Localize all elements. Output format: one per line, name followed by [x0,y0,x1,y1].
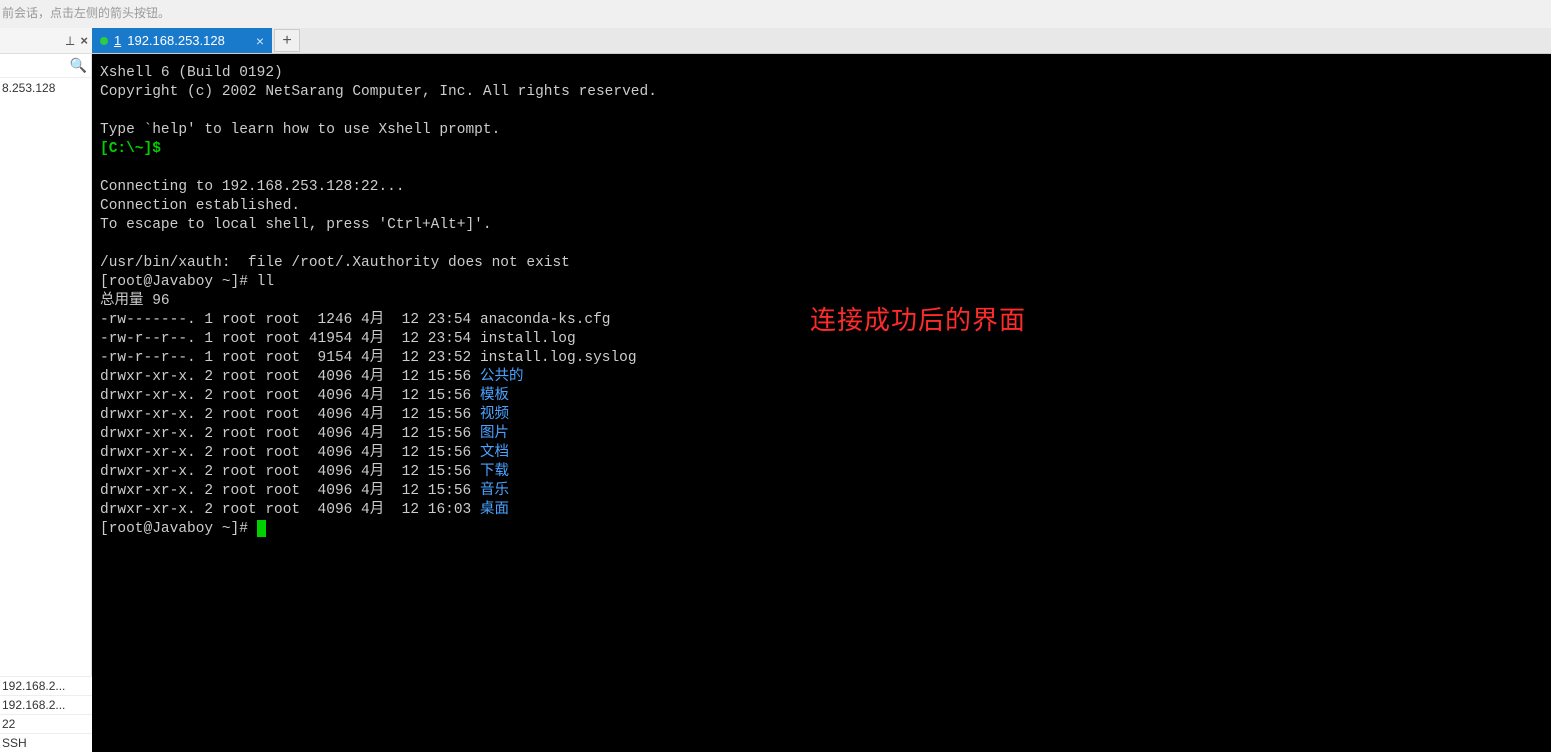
terminal-line: drwxr-xr-x. 2 root root 4096 4月 12 16:03… [100,501,1543,520]
terminal-line [100,102,1543,121]
tab-bar: 1 192.168.253.128 × + [92,28,1551,54]
terminal-line: -rw-r--r--. 1 root root 9154 4月 12 23:52… [100,349,1543,368]
connection-status-icon [100,37,108,45]
top-hint-text: 前会话，点击左侧的箭头按钮。 [0,4,170,21]
terminal-line: [C:\~]$ [100,140,1543,159]
terminal-line: drwxr-xr-x. 2 root root 4096 4月 12 15:56… [100,463,1543,482]
terminal-line: Connecting to 192.168.253.128:22... [100,178,1543,197]
terminal-cursor [257,520,266,537]
terminal-line: drwxr-xr-x. 2 root root 4096 4月 12 15:56… [100,425,1543,444]
terminal-line: Copyright (c) 2002 NetSarang Computer, I… [100,83,1543,102]
sidebar-info-row: 22 [0,714,92,733]
directory-name: 模板 [480,388,509,404]
search-icon[interactable]: 🔍 [70,57,87,74]
directory-name: 视频 [480,407,509,423]
directory-name: 音乐 [480,483,509,499]
terminal-line: Type `help' to learn how to use Xshell p… [100,121,1543,140]
sidebar-info-row: 192.168.2... [0,695,92,714]
prompt-local: [C:\~]$ [100,141,161,157]
terminal-line: Xshell 6 (Build 0192) [100,64,1543,83]
add-tab-button[interactable]: + [274,29,300,52]
tab-number: 1 [114,33,121,48]
terminal-line: To escape to local shell, press 'Ctrl+Al… [100,216,1543,235]
sidebar-bottom-info: 192.168.2... 192.168.2... 22 SSH [0,676,92,752]
annotation-overlay: 连接成功后的界面 [810,300,1026,337]
terminal-line [100,235,1543,254]
terminal-line: drwxr-xr-x. 2 root root 4096 4月 12 15:56… [100,406,1543,425]
tab-title: 192.168.253.128 [127,33,225,48]
terminal-line: drwxr-xr-x. 2 root root 4096 4月 12 15:56… [100,482,1543,501]
pin-icon[interactable]: ⟂ [66,33,75,49]
terminal-line: drwxr-xr-x. 2 root root 4096 4月 12 15:56… [100,387,1543,406]
sidebar-panel: 🔍 8.253.128 192.168.2... 192.168.2... 22… [0,54,92,752]
directory-name: 图片 [480,426,509,442]
directory-name: 桌面 [480,502,509,518]
session-tab[interactable]: 1 192.168.253.128 × [92,28,272,53]
sidebar-header: ⟂ × [0,28,92,54]
terminal-line: [root@Javaboy ~]# ll [100,273,1543,292]
terminal-line [100,159,1543,178]
terminal-line: drwxr-xr-x. 2 root root 4096 4月 12 15:56… [100,444,1543,463]
terminal-line: [root@Javaboy ~]# [100,520,1543,539]
directory-name: 文档 [480,445,509,461]
terminal-output[interactable]: Xshell 6 (Build 0192)Copyright (c) 2002 … [92,54,1551,752]
sidebar-session-item[interactable]: 8.253.128 [0,78,91,98]
directory-name: 下载 [480,464,509,480]
sidebar-info-row: 192.168.2... [0,676,92,695]
sidebar-close-icon[interactable]: × [80,33,88,48]
terminal-line: /usr/bin/xauth: file /root/.Xauthority d… [100,254,1543,273]
terminal-line: drwxr-xr-x. 2 root root 4096 4月 12 15:56… [100,368,1543,387]
terminal-line: Connection established. [100,197,1543,216]
directory-name: 公共的 [480,369,524,385]
sidebar-info-row: SSH [0,733,92,752]
sidebar-search-row[interactable]: 🔍 [0,54,91,78]
tab-close-icon[interactable]: × [256,33,264,49]
